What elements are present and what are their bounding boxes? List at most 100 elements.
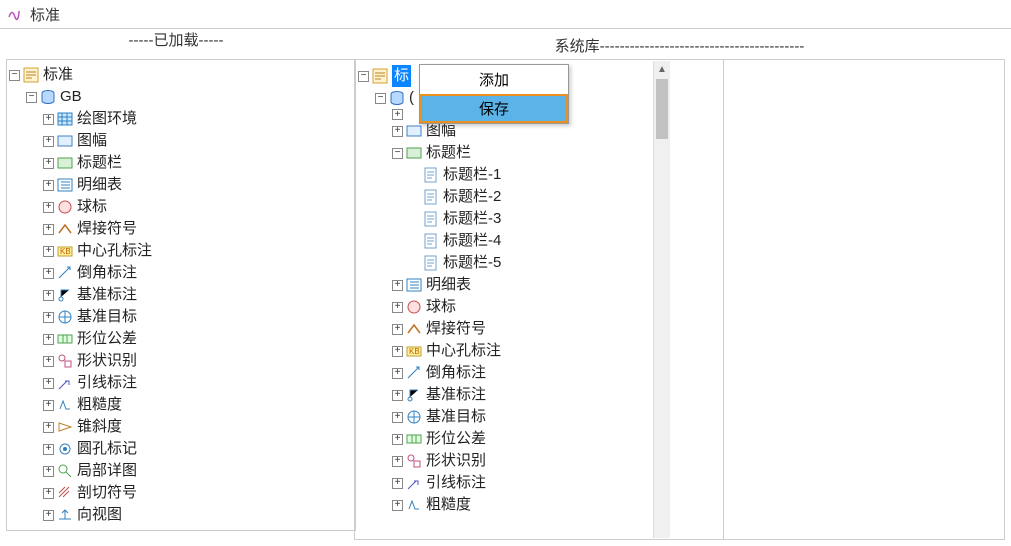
tree-item[interactable]: +倒角标注 [358, 362, 682, 384]
item-icon [57, 397, 73, 413]
item-icon [57, 199, 73, 215]
expander-icon[interactable]: + [43, 444, 54, 455]
tree-item[interactable]: +标题栏 [9, 152, 353, 174]
tree-item[interactable]: +形位公差 [9, 328, 353, 350]
scroll-up-arrow[interactable]: ▲ [654, 61, 670, 78]
tree-leaf[interactable]: 标题栏-4 [358, 230, 682, 252]
tree-item[interactable]: +形位公差 [358, 428, 682, 450]
tree-leaf[interactable]: 标题栏-2 [358, 186, 682, 208]
expander-icon[interactable]: + [43, 466, 54, 477]
database-icon [40, 89, 56, 105]
tree-item[interactable]: +引线标注 [9, 372, 353, 394]
menu-add[interactable]: 添加 [420, 65, 568, 94]
tree-item[interactable]: +粗糙度 [358, 494, 682, 516]
item-icon [406, 299, 422, 315]
expander-icon[interactable]: + [392, 346, 403, 357]
item-icon [406, 343, 422, 359]
expander-icon[interactable]: + [43, 378, 54, 389]
vertical-scrollbar[interactable]: ▲ [653, 61, 670, 538]
tree-item[interactable]: +球标 [9, 196, 353, 218]
doc-icon [423, 189, 439, 205]
expander-icon[interactable]: + [392, 478, 403, 489]
tree-item[interactable]: +明细表 [358, 274, 682, 296]
expander-icon[interactable]: − [375, 93, 386, 104]
item-icon [57, 265, 73, 281]
menu-save[interactable]: 保存 [420, 94, 568, 123]
tree-item[interactable]: +局部详图 [9, 460, 353, 482]
tree-item[interactable]: +基准标注 [358, 384, 682, 406]
tree-item[interactable]: +剖切符号 [9, 482, 353, 504]
expander-icon[interactable]: + [43, 224, 54, 235]
tree-item[interactable]: +锥斜度 [9, 416, 353, 438]
tree-item[interactable]: +向视图 [9, 504, 353, 526]
expander-icon[interactable]: + [43, 136, 54, 147]
expander-icon[interactable]: + [43, 312, 54, 323]
tree-item[interactable]: +引线标注 [358, 472, 682, 494]
tree-leaf[interactable]: 标题栏-1 [358, 164, 682, 186]
expander-icon[interactable]: + [392, 126, 403, 137]
expander-icon[interactable]: + [392, 500, 403, 511]
expander-icon[interactable]: + [392, 368, 403, 379]
expander-icon[interactable]: − [392, 148, 403, 159]
doc-icon [423, 255, 439, 271]
tree-item[interactable]: +粗糙度 [9, 394, 353, 416]
expander-icon[interactable]: + [392, 390, 403, 401]
expander-icon[interactable]: + [392, 412, 403, 423]
tree-leaf[interactable]: 标题栏-3 [358, 208, 682, 230]
expander-icon[interactable]: + [43, 158, 54, 169]
tree-item[interactable]: +基准目标 [358, 406, 682, 428]
tree-item[interactable]: +圆孔标记 [9, 438, 353, 460]
expander-icon[interactable]: + [392, 324, 403, 335]
expander-icon[interactable]: − [358, 71, 369, 82]
expander-icon[interactable]: + [392, 456, 403, 467]
tree-item[interactable]: +焊接符号 [358, 318, 682, 340]
tree-item[interactable]: +球标 [358, 296, 682, 318]
expander-icon[interactable]: + [392, 302, 403, 313]
expander-icon[interactable]: + [43, 510, 54, 521]
tree-item[interactable]: +中心孔标注 [9, 240, 353, 262]
expander-icon[interactable]: + [43, 422, 54, 433]
expander-icon[interactable]: + [43, 356, 54, 367]
tree-item[interactable]: +形状识别 [9, 350, 353, 372]
tree-item[interactable]: +明细表 [9, 174, 353, 196]
tree-item[interactable]: +基准目标 [9, 306, 353, 328]
expander-icon[interactable]: + [43, 290, 54, 301]
expander-icon[interactable]: + [43, 246, 54, 257]
tree-item[interactable]: +中心孔标注 [358, 340, 682, 362]
database-icon [389, 90, 405, 106]
system-tree[interactable]: −标−(++图幅−标题栏标题栏-1标题栏-2标题栏-3标题栏-4标题栏-5+明细… [356, 61, 684, 538]
expander-icon[interactable]: + [43, 268, 54, 279]
scrollbar-thumb[interactable] [656, 79, 668, 139]
tree-leaf[interactable]: 标题栏-5 [358, 252, 682, 274]
tree-item[interactable]: +形状识别 [358, 450, 682, 472]
tree-gb: ( [409, 87, 414, 109]
item-icon [57, 309, 73, 325]
expander-icon[interactable]: + [43, 488, 54, 499]
tree-item[interactable]: +焊接符号 [9, 218, 353, 240]
item-icon [57, 243, 73, 259]
item-icon [406, 277, 422, 293]
expander-icon[interactable]: + [43, 334, 54, 345]
item-icon [57, 507, 73, 523]
tree-item[interactable]: +图幅 [9, 130, 353, 152]
item-icon [57, 463, 73, 479]
expander-icon[interactable]: − [26, 92, 37, 103]
item-icon [57, 353, 73, 369]
expander-icon[interactable]: + [43, 180, 54, 191]
item-icon [57, 221, 73, 237]
tree-item[interactable]: −标题栏 [358, 142, 682, 164]
expander-icon[interactable]: + [43, 202, 54, 213]
item-icon [57, 155, 73, 171]
tree-item[interactable]: +绘图环境 [9, 108, 353, 130]
tree-gb: GB [60, 86, 82, 108]
expander-icon[interactable]: + [392, 109, 403, 120]
expander-icon[interactable]: + [43, 400, 54, 411]
tree-item[interactable]: +基准标注 [9, 284, 353, 306]
expander-icon[interactable]: − [9, 70, 20, 81]
loaded-tree[interactable]: −标准−GB+绘图环境+图幅+标题栏+明细表+球标+焊接符号+中心孔标注+倒角标… [7, 60, 355, 530]
expander-icon[interactable]: + [43, 114, 54, 125]
tree-item[interactable]: +倒角标注 [9, 262, 353, 284]
system-header: 系统库-------------------------------------… [354, 35, 1005, 59]
expander-icon[interactable]: + [392, 280, 403, 291]
expander-icon[interactable]: + [392, 434, 403, 445]
